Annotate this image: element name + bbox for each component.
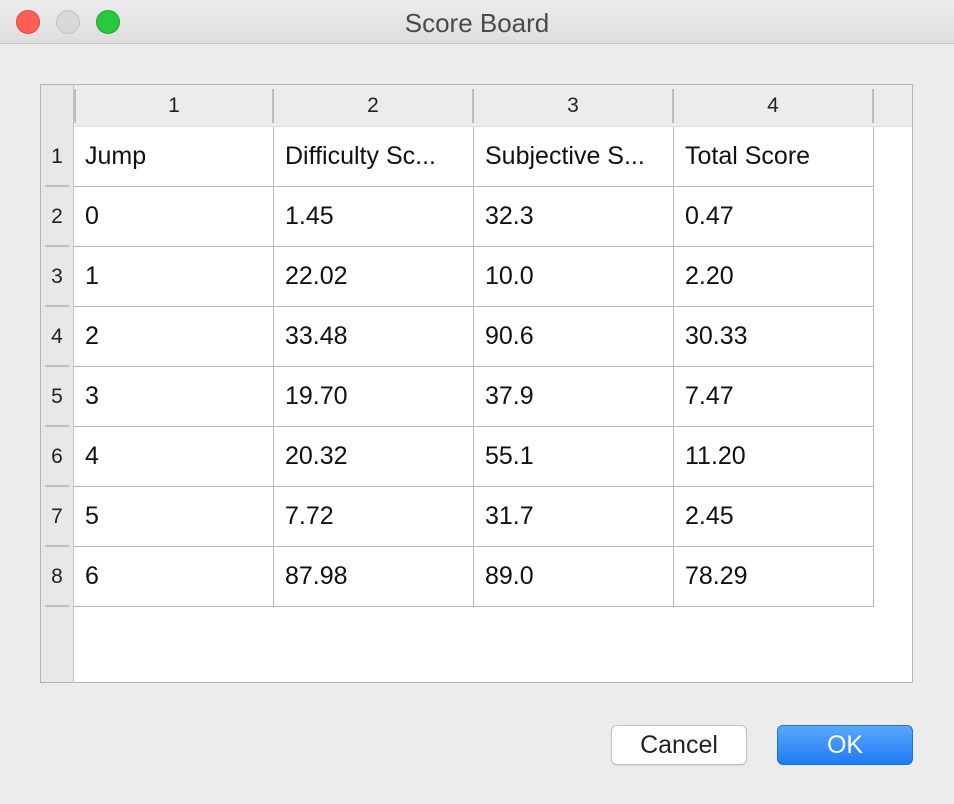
row-header-label: 8 (51, 565, 63, 588)
table-cell[interactable]: 37.9 (474, 367, 674, 427)
table-cell[interactable]: 31.7 (474, 487, 674, 547)
window-title: Score Board (404, 8, 550, 38)
table-cell[interactable]: Jump (74, 127, 274, 187)
table-cell[interactable]: 90.6 (474, 307, 674, 367)
column-header[interactable]: 3 (474, 89, 674, 123)
row-header[interactable]: 4 (41, 307, 73, 367)
table-cell[interactable]: 1.45 (274, 187, 474, 247)
table-cell[interactable]: 3 (74, 367, 274, 427)
table-cell[interactable]: 87.98 (274, 547, 474, 607)
table-cell[interactable]: 30.33 (674, 307, 874, 367)
row-header[interactable]: 3 (41, 247, 73, 307)
table-cell[interactable]: 32.3 (474, 187, 674, 247)
table-cell[interactable]: 2 (74, 307, 274, 367)
table-cell[interactable]: 1 (74, 247, 274, 307)
row-header-label: 2 (51, 205, 63, 228)
column-header[interactable]: 1 (74, 89, 274, 123)
table-cell[interactable]: 2.45 (674, 487, 874, 547)
table-cell[interactable]: 89.0 (474, 547, 674, 607)
row-divider (45, 605, 69, 607)
row-header-label: 4 (51, 325, 63, 348)
table-cell[interactable]: Total Score (674, 127, 874, 187)
table-cell[interactable]: 0 (74, 187, 274, 247)
ok-button[interactable]: OK (777, 725, 913, 765)
table-corner (41, 85, 74, 127)
column-header[interactable]: 4 (674, 89, 874, 123)
row-header[interactable]: 7 (41, 487, 73, 547)
table-cell[interactable]: 22.02 (274, 247, 474, 307)
row-header[interactable]: 8 (41, 547, 73, 607)
table-cell[interactable]: Subjective S... (474, 127, 674, 187)
table-cell[interactable]: 55.1 (474, 427, 674, 487)
table-cell[interactable]: 19.70 (274, 367, 474, 427)
table-cell[interactable]: 10.0 (474, 247, 674, 307)
row-header[interactable]: 6 (41, 427, 73, 487)
table-cell[interactable]: 2.20 (674, 247, 874, 307)
cancel-button[interactable]: Cancel (611, 725, 747, 765)
column-header-bar: 1234 (74, 85, 912, 127)
table-cell[interactable]: Difficulty Sc... (274, 127, 474, 187)
column-header[interactable]: 2 (274, 89, 474, 123)
row-header[interactable]: 5 (41, 367, 73, 427)
table-cell[interactable]: 33.48 (274, 307, 474, 367)
row-header-label: 1 (51, 145, 63, 168)
table-cell[interactable]: 4 (74, 427, 274, 487)
table-cell[interactable]: 7.72 (274, 487, 474, 547)
score-table[interactable]: 1234 12345678 Jump Difficulty Sc... Subjec… (40, 84, 913, 683)
row-header-label: 5 (51, 385, 63, 408)
row-header-label: 3 (51, 265, 63, 288)
table-cell[interactable]: 6 (74, 547, 274, 607)
table-cell[interactable]: 78.29 (674, 547, 874, 607)
row-header[interactable]: 1 (41, 127, 73, 187)
title-bar: Score Board (0, 0, 954, 44)
table-cell[interactable]: 7.47 (674, 367, 874, 427)
row-header-bar: 1 2 3 4 5 6 7 8 (41, 127, 74, 682)
row-header[interactable]: 2 (41, 187, 73, 247)
row-header-label: 6 (51, 445, 63, 468)
table-cell[interactable]: 20.32 (274, 427, 474, 487)
table-cell[interactable]: 11.20 (674, 427, 874, 487)
table-cell[interactable]: 5 (74, 487, 274, 547)
table-cell[interactable]: 0.47 (674, 187, 874, 247)
row-header-label: 7 (51, 505, 63, 528)
